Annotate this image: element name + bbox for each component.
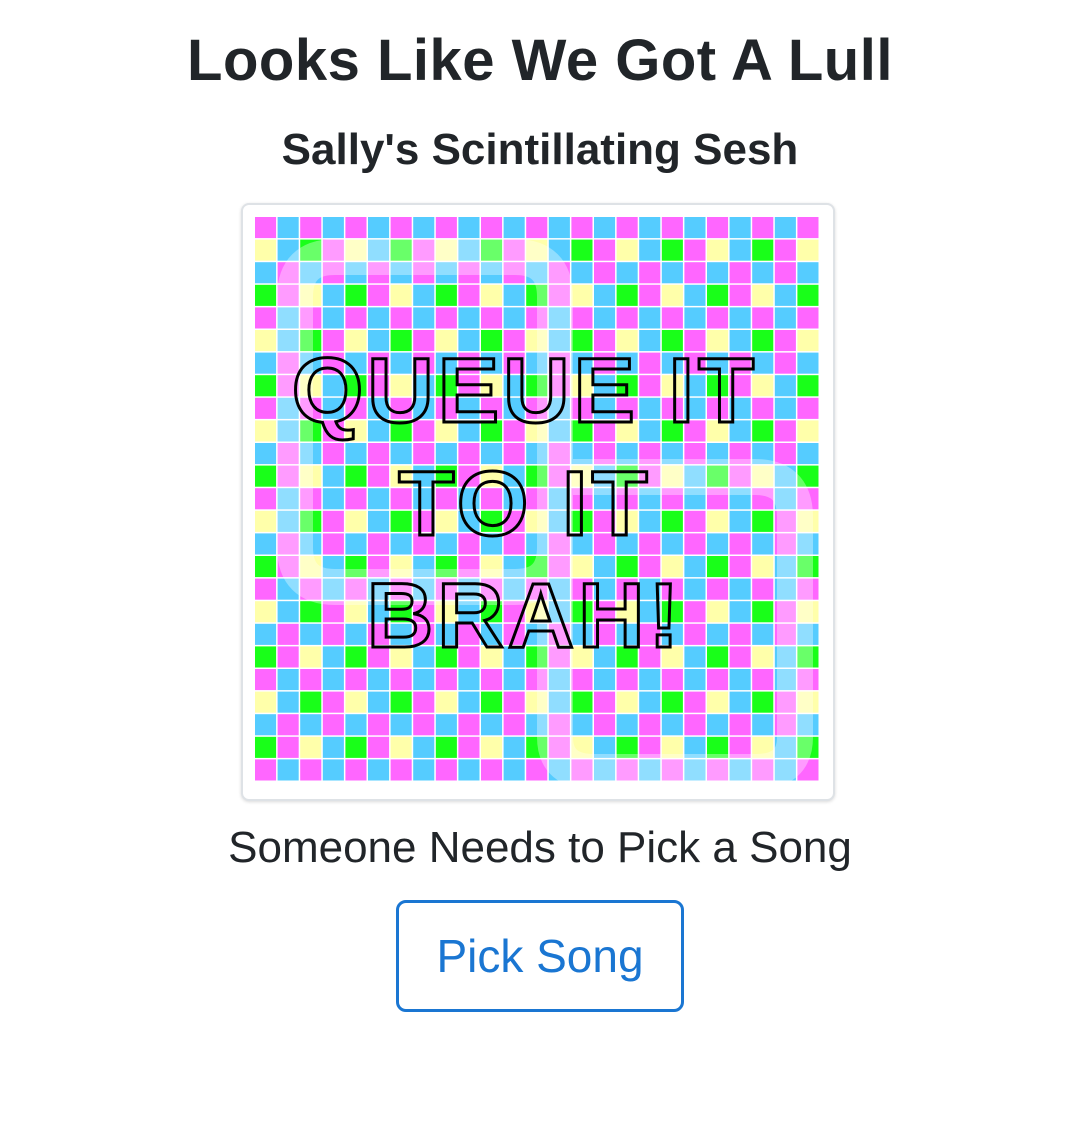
session-name: Sally's Scintillating Sesh bbox=[281, 125, 799, 174]
lull-page: Looks Like We Got A Lull Sally's Scintil… bbox=[0, 0, 1066, 1147]
album-art-line-inner: BRAH! bbox=[367, 565, 683, 667]
pick-song-button[interactable]: Pick Song bbox=[396, 900, 684, 1012]
album-art-line-inner: QUEUE IT bbox=[292, 340, 758, 442]
status-message: Someone Needs to Pick a Song bbox=[228, 823, 852, 872]
album-art-line-inner: TO IT bbox=[398, 453, 651, 555]
album-art-image: QUEUE IT TO IT BRAH! QUEUE IT TO IT BRAH… bbox=[255, 217, 819, 787]
album-art-card: QUEUE IT TO IT BRAH! QUEUE IT TO IT BRAH… bbox=[241, 203, 835, 801]
page-title: Looks Like We Got A Lull bbox=[187, 28, 893, 93]
